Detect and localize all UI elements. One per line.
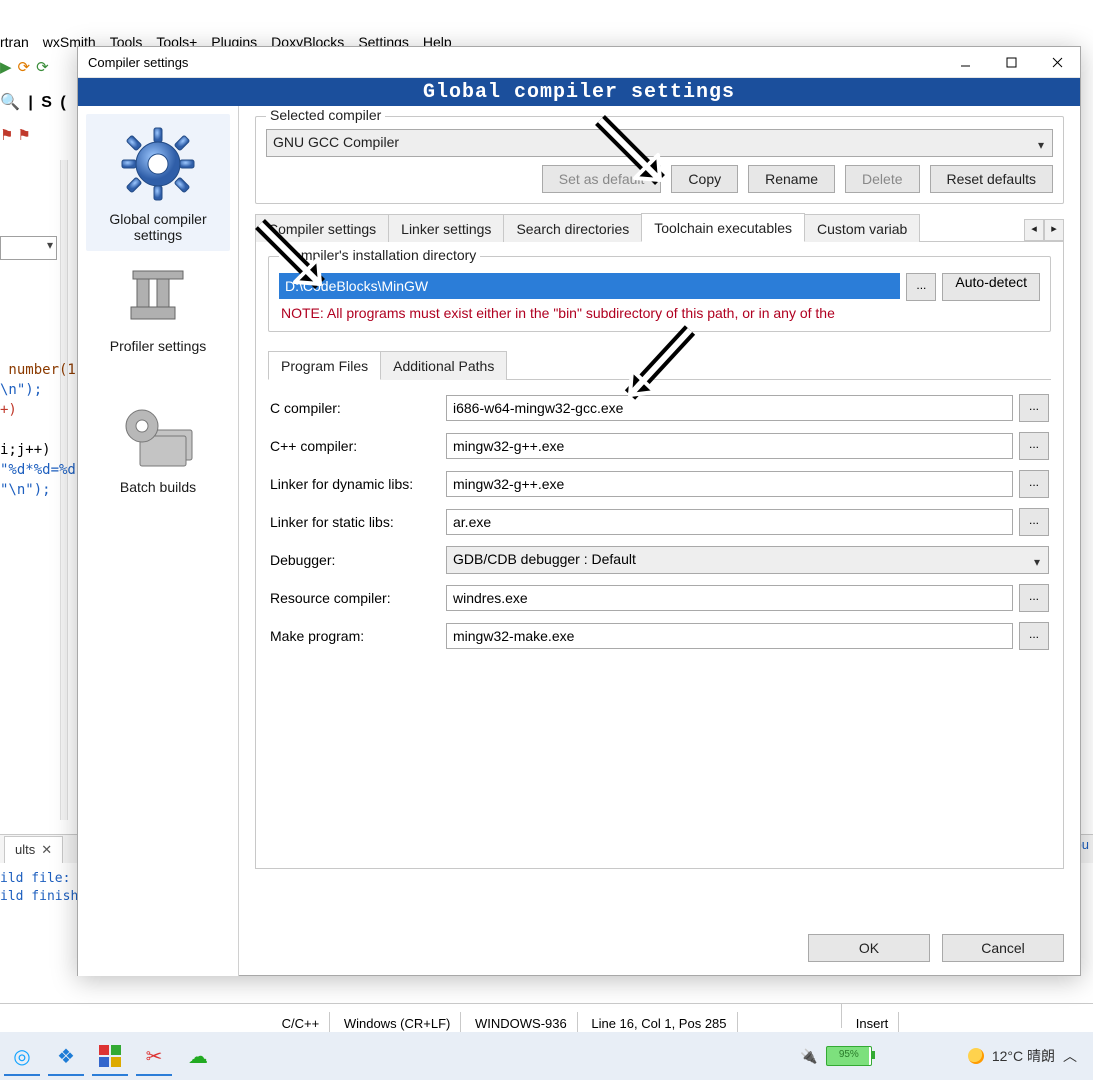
linker-dynamic-browse[interactable]: ... <box>1019 470 1049 498</box>
resource-compiler-input[interactable] <box>446 585 1013 611</box>
install-note: NOTE: All programs must exist either in … <box>281 305 1040 321</box>
gear-icon <box>118 124 198 204</box>
dialog-main: Selected compiler GNU GCC Compiler Set a… <box>239 106 1080 976</box>
dialog-banner: Global compiler settings <box>78 78 1080 106</box>
reset-defaults-button[interactable]: Reset defaults <box>930 165 1054 193</box>
tab-custom-variables[interactable]: Custom variab <box>804 214 920 242</box>
taskbar-app-windows[interactable] <box>88 1034 132 1078</box>
taskbar: ◎ ❖ ✂ ☁ 🔌 95% 12°C 晴朗 ︿ <box>0 1032 1093 1080</box>
row-cpp-compiler: C++ compiler: ... <box>270 432 1049 460</box>
close-icon[interactable]: ✕ <box>41 842 52 857</box>
annotation-arrow-3 <box>600 320 710 430</box>
maximize-button[interactable] <box>988 47 1034 77</box>
annotation-arrow-1 <box>580 110 690 220</box>
bg-code-fragment: number(1 \n"); +) i;j++) "%d*%d=%d "\n")… <box>0 360 76 500</box>
bg-toolbar-flags: ⚑ ⚑ <box>0 126 31 144</box>
taskbar-app-snip[interactable]: ✂ <box>132 1034 176 1078</box>
row-resource-compiler: Resource compiler: ... <box>270 584 1049 612</box>
bg-tab-ults[interactable]: ults✕ <box>4 836 63 863</box>
minimize-button[interactable] <box>942 47 988 77</box>
dialog-nav: Global compiler settings Profiler settin… <box>78 106 239 976</box>
auto-detect-button[interactable]: Auto-detect <box>942 273 1040 301</box>
make-program-input[interactable] <box>446 623 1013 649</box>
taskbar-app-1[interactable]: ◎ <box>0 1034 44 1078</box>
weather-text: 12°C 晴朗 <box>992 1046 1055 1066</box>
debugger-select[interactable]: GDB/CDB debugger : Default <box>446 546 1049 574</box>
plug-icon: 🔌 <box>800 1048 817 1065</box>
c-compiler-browse[interactable]: ... <box>1019 394 1049 422</box>
linker-dynamic-input[interactable] <box>446 471 1013 497</box>
nav-profiler-settings[interactable]: Profiler settings <box>86 251 230 362</box>
annotation-arrow-2 <box>240 214 350 324</box>
close-button[interactable] <box>1034 47 1080 77</box>
bg-toolbar-s: 🔍 | S ( <box>0 92 68 112</box>
taskbar-app-wechat[interactable]: ☁ <box>176 1034 220 1078</box>
compiler-settings-dialog: Compiler settings Global compiler settin… <box>77 46 1081 976</box>
row-linker-static: Linker for static libs: ... <box>270 508 1049 536</box>
bg-dropdown[interactable] <box>0 236 57 260</box>
tab-scroll-right[interactable]: ▸ <box>1044 219 1064 241</box>
delete-button[interactable]: Delete <box>845 165 919 193</box>
status-bar: C/C++ Windows (CR+LF) WINDOWS-936 Line 1… <box>0 1003 1093 1030</box>
bg-toolbar: ▶⟳⟳ <box>0 58 55 84</box>
chevron-up-icon[interactable]: ︿ <box>1063 1046 1077 1066</box>
nav-batch-builds[interactable]: Batch builds <box>86 392 230 503</box>
cpp-compiler-input[interactable] <box>446 433 1013 459</box>
battery-indicator: 95% <box>826 1046 872 1066</box>
nav-global-compiler-settings[interactable]: Global compiler settings <box>86 114 230 251</box>
caliper-icon <box>123 261 193 331</box>
system-tray: 🔌 95% 12°C 晴朗 ︿ <box>800 1046 1093 1066</box>
bg-build-log: ild file: ild finish <box>0 870 78 906</box>
row-make-program: Make program: ... <box>270 622 1049 650</box>
subtab-program-files[interactable]: Program Files <box>268 351 381 380</box>
batch-icon <box>118 402 198 472</box>
linker-static-browse[interactable]: ... <box>1019 508 1049 536</box>
dialog-titlebar: Compiler settings <box>78 47 1080 78</box>
tab-linker-settings[interactable]: Linker settings <box>388 214 504 242</box>
rename-button[interactable]: Rename <box>748 165 835 193</box>
cpp-compiler-browse[interactable]: ... <box>1019 432 1049 460</box>
row-debugger: Debugger: GDB/CDB debugger : Default <box>270 546 1049 574</box>
row-linker-dynamic: Linker for dynamic libs: ... <box>270 470 1049 498</box>
taskbar-app-vscode[interactable]: ❖ <box>44 1034 88 1078</box>
dialog-footer: OK Cancel <box>808 934 1064 962</box>
weather-icon <box>968 1048 984 1064</box>
make-program-browse[interactable]: ... <box>1019 622 1049 650</box>
installation-dir-input[interactable] <box>279 273 900 299</box>
resource-compiler-browse[interactable]: ... <box>1019 584 1049 612</box>
browse-dir-button[interactable]: ... <box>906 273 936 301</box>
subtab-additional-paths[interactable]: Additional Paths <box>380 351 507 380</box>
dialog-title: Compiler settings <box>88 55 188 70</box>
tab-scroll-left[interactable]: ◂ <box>1024 219 1044 241</box>
tab-scroller: ◂ ▸ <box>1024 219 1064 241</box>
ok-button[interactable]: OK <box>808 934 930 962</box>
cancel-button[interactable]: Cancel <box>942 934 1064 962</box>
linker-static-input[interactable] <box>446 509 1013 535</box>
c-compiler-input[interactable] <box>446 395 1013 421</box>
